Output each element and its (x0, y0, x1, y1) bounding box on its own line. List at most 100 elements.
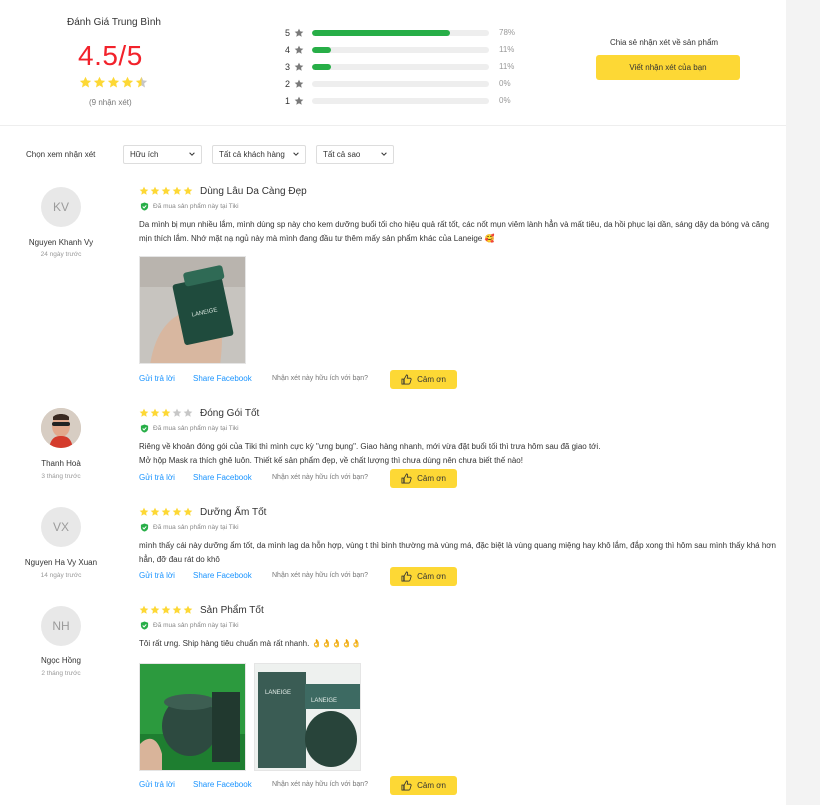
star-icon (150, 186, 160, 196)
review-actions: Gửi trả lời Share Facebook Nhận xét này … (139, 469, 779, 489)
select-value: Tất cả sao (323, 150, 361, 159)
review-time: 24 ngày trước (40, 251, 82, 258)
star-icon (139, 507, 149, 517)
verified-text: Đã mua sản phẩm này tại Tiki (153, 524, 239, 531)
star-level: 3 (285, 61, 291, 72)
star-icon (172, 605, 182, 615)
helpful-question: Nhận xét này hữu ích với bạn? (272, 375, 369, 382)
star-icon (183, 186, 193, 196)
star-level: 2 (285, 78, 291, 89)
star-icon (183, 408, 193, 418)
share-facebook-link[interactable]: Share Facebook (193, 473, 252, 482)
share-facebook-link[interactable]: Share Facebook (193, 571, 252, 580)
avatar (41, 408, 81, 448)
review-time: 2 tháng trước (41, 670, 81, 677)
review-item: NH Ngọc Hồng 2 tháng trước Sản Phẩm Tốt … (0, 600, 786, 805)
thanks-label: Cảm ơn (417, 572, 446, 581)
distribution-percent: 0% (499, 96, 511, 105)
thumbs-up-icon (401, 780, 412, 791)
thanks-button[interactable]: Cảm ơn (390, 469, 457, 488)
shield-check-icon (140, 523, 149, 532)
shield-check-icon (140, 202, 149, 211)
review-photo[interactable]: LANEIGE (139, 256, 246, 364)
reviews-page: Đánh Giá Trung Bình 4.5/5 (9 nhận xét) 5… (0, 0, 786, 805)
sort-helpful-select[interactable]: Hữu ích (123, 145, 202, 164)
chevron-down-icon (188, 150, 196, 158)
star-icon (107, 76, 120, 89)
verified-text: Đã mua sản phẩm này tại Tiki (153, 425, 239, 432)
star-level: 4 (285, 44, 291, 55)
star-icon (161, 408, 171, 418)
review-title: Sản Phẩm Tốt (200, 605, 264, 616)
chevron-down-icon (292, 150, 300, 158)
avatar: NH (41, 606, 81, 646)
helpful-question: Nhận xét này hữu ích với bạn? (272, 474, 369, 481)
distribution-bar-fill (312, 29, 451, 36)
review-text: Tôi rất ưng. Ship hàng tiêu chuẩn mà rất… (139, 639, 362, 648)
star-icon (161, 507, 171, 517)
share-facebook-link[interactable]: Share Facebook (193, 374, 252, 383)
thanks-button[interactable]: Cảm ơn (390, 567, 457, 586)
review-count: (9 nhận xét) (89, 98, 132, 107)
distribution-percent: 11% (499, 62, 515, 71)
product-brand-text: LANEIGE (265, 690, 291, 696)
select-value: Hữu ích (130, 150, 159, 159)
star-icon (161, 605, 171, 615)
star-filter-select[interactable]: Tất cả sao (316, 145, 394, 164)
thanks-button[interactable]: Cảm ơn (390, 370, 457, 389)
review-title: Đóng Gói Tốt (200, 408, 260, 419)
star-icon (161, 186, 171, 196)
average-rating-title: Đánh Giá Trung Bình (67, 17, 161, 28)
star-icon (150, 605, 160, 615)
reply-link[interactable]: Gửi trả lời (139, 571, 175, 580)
star-icon (139, 408, 149, 418)
review-title: Dưỡng Ẩm Tốt (200, 507, 267, 518)
reply-link[interactable]: Gửi trả lời (139, 473, 175, 482)
review-stars (139, 408, 193, 418)
write-review-button[interactable]: Viết nhận xét của bạn (596, 55, 740, 80)
helpful-question: Nhận xét này hữu ích với bạn? (272, 781, 369, 788)
review-stars (139, 605, 193, 615)
distribution-row[interactable]: 5 78% (285, 24, 525, 41)
distribution-bar-fill (312, 63, 332, 70)
star-icon (135, 76, 148, 89)
helpful-question: Nhận xét này hữu ích với bạn? (272, 572, 369, 579)
reply-link[interactable]: Gửi trả lời (139, 374, 175, 383)
distribution-bar (312, 80, 489, 87)
distribution-row[interactable]: 1 0% (285, 92, 525, 109)
select-value: Tất cả khách hàng (219, 150, 285, 159)
distribution-bar (312, 29, 489, 36)
shield-check-icon (140, 424, 149, 433)
product-brand-text: LANEIGE (311, 698, 337, 704)
thumbs-up-icon (401, 571, 412, 582)
reply-link[interactable]: Gửi trả lời (139, 780, 175, 789)
star-icon (150, 408, 160, 418)
distribution-percent: 11% (499, 45, 515, 54)
customer-filter-select[interactable]: Tất cả khách hàng (212, 145, 306, 164)
verified-text: Đã mua sản phẩm này tại Tiki (153, 203, 239, 210)
review-actions: Gửi trả lời Share Facebook Nhận xét này … (139, 370, 779, 390)
verified-purchase: Đã mua sản phẩm này tại Tiki (140, 523, 239, 532)
distribution-row[interactable]: 2 0% (285, 75, 525, 92)
share-facebook-link[interactable]: Share Facebook (193, 780, 252, 789)
distribution-row[interactable]: 3 11% (285, 58, 525, 75)
review-photo[interactable]: LANEIGE LANEIGE (254, 663, 361, 771)
review-stars (139, 507, 193, 517)
average-score: 4.5/5 (78, 40, 143, 71)
review-item: VX Nguyen Ha Vy Xuan 14 ngày trước Dưỡng… (0, 502, 786, 597)
reviewer-name: Nguyen Khanh Vy (28, 238, 94, 247)
thumbs-up-icon (401, 473, 412, 484)
star-level: 5 (285, 27, 291, 38)
verified-text: Đã mua sản phẩm này tại Tiki (153, 622, 239, 629)
review-title: Dùng Lâu Da Càng Đẹp (200, 186, 307, 197)
star-icon (294, 28, 304, 38)
thanks-label: Cảm ơn (417, 781, 446, 790)
star-icon (183, 605, 193, 615)
star-icon (172, 186, 182, 196)
thanks-button[interactable]: Cảm ơn (390, 776, 457, 795)
distribution-row[interactable]: 4 11% (285, 41, 525, 58)
review-item: KV Nguyen Khanh Vy 24 ngày trước Dùng Lâ… (0, 180, 786, 398)
share-prompt: Chia sẻ nhận xét về sản phẩm (610, 38, 719, 47)
distribution-bar-fill (312, 46, 332, 53)
review-photo[interactable] (139, 663, 246, 771)
